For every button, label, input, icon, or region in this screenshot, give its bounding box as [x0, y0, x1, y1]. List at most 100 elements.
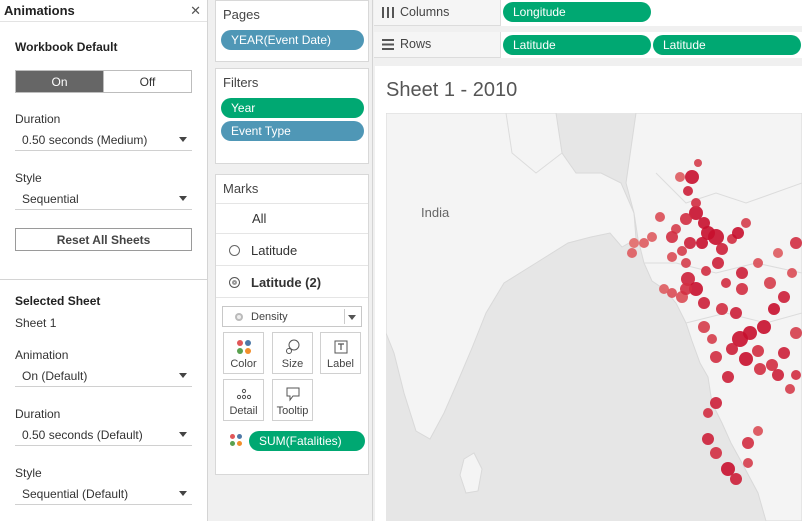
pages-pill[interactable]: YEAR(Event Date): [221, 30, 364, 50]
marks-layer-latitude[interactable]: Latitude: [216, 235, 368, 266]
density-mark[interactable]: [694, 159, 702, 167]
density-mark[interactable]: [667, 252, 677, 262]
density-mark[interactable]: [708, 229, 724, 245]
mark-type-dropdown[interactable]: Density: [222, 306, 362, 327]
density-mark[interactable]: [778, 347, 790, 359]
density-mark[interactable]: [773, 248, 783, 258]
columns-pill-longitude[interactable]: Longitude: [503, 2, 651, 22]
color-field-pill[interactable]: SUM(Fatalities): [249, 431, 365, 451]
density-mark[interactable]: [666, 231, 678, 243]
radio-selected-icon: [229, 276, 240, 288]
density-mark[interactable]: [627, 248, 637, 258]
density-mark[interactable]: [702, 433, 714, 445]
toggle-on-button[interactable]: On: [16, 71, 103, 92]
density-mark[interactable]: [787, 268, 797, 278]
density-mark[interactable]: [753, 426, 763, 436]
density-mark[interactable]: [722, 371, 734, 383]
density-mark[interactable]: [710, 397, 722, 409]
density-mark[interactable]: [721, 278, 731, 288]
density-mark[interactable]: [710, 447, 722, 459]
density-mark[interactable]: [698, 321, 710, 333]
rows-pill-latitude[interactable]: Latitude: [503, 35, 651, 55]
rows-drop-area[interactable]: Latitude Latitude: [500, 32, 802, 58]
selected-sheet-heading: Selected Sheet: [15, 294, 101, 308]
density-mark[interactable]: [675, 172, 685, 182]
density-mark[interactable]: [757, 320, 771, 334]
density-mark[interactable]: [768, 303, 780, 315]
density-mark[interactable]: [772, 369, 784, 381]
density-mark[interactable]: [736, 267, 748, 279]
density-mark[interactable]: [730, 473, 742, 485]
density-mark[interactable]: [726, 343, 738, 355]
density-mark[interactable]: [655, 212, 665, 222]
duration-dropdown[interactable]: 0.50 seconds (Medium): [15, 129, 192, 151]
marks-layer-latitude-2[interactable]: Latitude (2): [216, 267, 368, 298]
density-mark[interactable]: [742, 437, 754, 449]
density-mark[interactable]: [716, 243, 728, 255]
density-mark[interactable]: [752, 345, 764, 357]
density-mark[interactable]: [743, 458, 753, 468]
label-label: Label: [327, 358, 354, 370]
density-mark[interactable]: [685, 170, 699, 184]
density-mark[interactable]: [659, 284, 669, 294]
density-mark[interactable]: [754, 363, 766, 375]
density-mark[interactable]: [680, 283, 692, 295]
tooltip-icon: [286, 387, 299, 402]
density-mark[interactable]: [684, 237, 696, 249]
close-icon[interactable]: ✕: [190, 3, 201, 19]
detail-button[interactable]: Detail: [223, 379, 264, 421]
density-mark[interactable]: [703, 408, 713, 418]
density-mark[interactable]: [716, 303, 728, 315]
reset-all-sheets-button[interactable]: Reset All Sheets: [15, 228, 192, 251]
density-mark[interactable]: [629, 238, 639, 248]
density-mark[interactable]: [712, 257, 724, 269]
density-mark[interactable]: [707, 334, 717, 344]
animation-dropdown[interactable]: On (Default): [15, 365, 192, 387]
density-mark[interactable]: [790, 237, 802, 249]
density-mark[interactable]: [766, 359, 778, 371]
density-mark[interactable]: [732, 227, 744, 239]
density-mark[interactable]: [791, 370, 801, 380]
density-mark[interactable]: [710, 351, 722, 363]
detail-icon: [236, 388, 251, 400]
density-mark[interactable]: [677, 246, 687, 256]
sheet-style-value: Sequential (Default): [22, 486, 129, 501]
filters-title: Filters: [223, 75, 259, 90]
density-mark[interactable]: [730, 307, 742, 319]
sheet-style-dropdown[interactable]: Sequential (Default): [15, 483, 192, 505]
density-mark[interactable]: [790, 327, 802, 339]
density-mark[interactable]: [696, 237, 708, 249]
marks-all-label: All: [252, 211, 267, 226]
animations-panel: Animations ✕ Workbook Default On Off Dur…: [0, 0, 208, 521]
tooltip-button[interactable]: Tooltip: [272, 379, 313, 421]
filter-pill-event-type[interactable]: Event Type: [221, 121, 364, 141]
density-mark[interactable]: [778, 291, 790, 303]
density-mark[interactable]: [680, 213, 692, 225]
density-mark[interactable]: [739, 352, 753, 366]
density-mark[interactable]: [681, 258, 691, 268]
label-button[interactable]: Label: [320, 332, 361, 374]
columns-drop-area[interactable]: Longitude: [500, 0, 802, 26]
density-mark[interactable]: [647, 232, 657, 242]
density-mark[interactable]: [736, 283, 748, 295]
size-button[interactable]: Size: [272, 332, 313, 374]
density-mark[interactable]: [753, 258, 763, 268]
marks-all-row[interactable]: All: [216, 203, 368, 234]
density-mark[interactable]: [683, 186, 693, 196]
filter-pill-year[interactable]: Year: [221, 98, 364, 118]
density-mark[interactable]: [701, 266, 711, 276]
toggle-off-button[interactable]: Off: [103, 71, 191, 92]
density-mark[interactable]: [691, 198, 701, 208]
rows-pill-latitude-2[interactable]: Latitude: [653, 35, 801, 55]
sheet-duration-dropdown[interactable]: 0.50 seconds (Default): [15, 424, 192, 446]
density-mark[interactable]: [785, 384, 795, 394]
density-mark[interactable]: [639, 238, 649, 248]
density-mark[interactable]: [741, 218, 751, 228]
density-mark[interactable]: [764, 277, 776, 289]
map-view[interactable]: India: [386, 113, 802, 521]
color-button[interactable]: Color: [223, 332, 264, 374]
color-icon: [236, 340, 251, 354]
chevron-down-icon: [179, 373, 187, 378]
style-dropdown[interactable]: Sequential: [15, 188, 192, 210]
density-mark[interactable]: [698, 297, 710, 309]
